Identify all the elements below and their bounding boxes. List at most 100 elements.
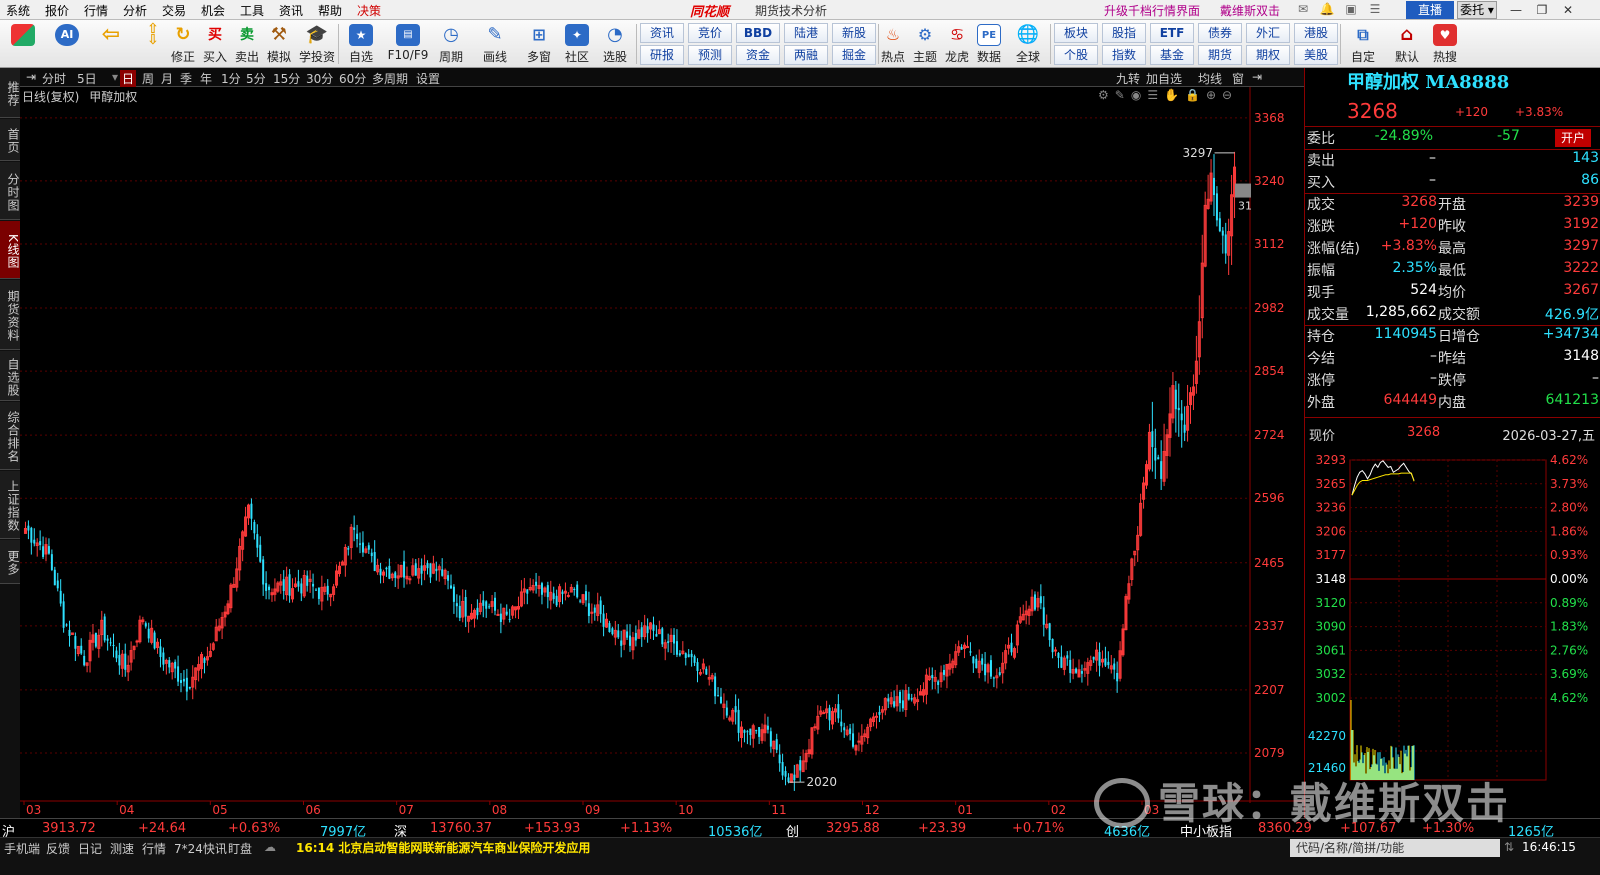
- tab-home[interactable]: 首页: [0, 119, 20, 161]
- futures-button[interactable]: 期货: [1198, 45, 1242, 65]
- search-input[interactable]: 代码/名称/简拼/功能: [1290, 839, 1500, 857]
- options-button[interactable]: 期权: [1246, 45, 1290, 65]
- home-grid-button[interactable]: [4, 22, 42, 66]
- bell-icon[interactable]: 🔔: [1318, 2, 1336, 18]
- open-account-button[interactable]: 开户: [1554, 129, 1591, 147]
- fund-button[interactable]: 基金: [1150, 45, 1194, 65]
- tab-ranking[interactable]: 综合排名: [0, 402, 20, 470]
- menu-news[interactable]: 资讯: [279, 2, 303, 19]
- tab-kline[interactable]: K线图: [0, 221, 20, 279]
- period-settings[interactable]: 设置: [414, 70, 442, 87]
- auction-button[interactable]: 竞价: [688, 23, 732, 43]
- feedback-icon[interactable]: ▣: [1342, 2, 1360, 18]
- collapse-toggle-icon[interactable]: ⇥: [24, 70, 38, 84]
- community-button[interactable]: ✦ 社区: [558, 22, 596, 66]
- window-button[interactable]: 窗: [1232, 70, 1244, 87]
- tab-sh-index[interactable]: 上证指数: [0, 471, 20, 539]
- period-5day[interactable]: 5日: [75, 70, 99, 87]
- live-button[interactable]: 直播: [1406, 1, 1454, 19]
- restore-button[interactable]: ❐: [1530, 1, 1554, 19]
- research-button[interactable]: 研报: [640, 45, 684, 65]
- flash-news-link[interactable]: 7*24快讯: [174, 840, 227, 857]
- default-button[interactable]: ⌂ 默认: [1388, 22, 1426, 66]
- menu-decision[interactable]: 决策: [357, 2, 381, 19]
- menu-opportunity[interactable]: 机会: [201, 2, 225, 19]
- index-futures-button[interactable]: 股指: [1102, 23, 1146, 43]
- period-5min[interactable]: 5分: [244, 70, 268, 87]
- speed-test-link[interactable]: 测速: [110, 840, 134, 857]
- news-tab-button[interactable]: 资讯: [640, 23, 684, 43]
- menu-market[interactable]: 行情: [84, 2, 108, 19]
- sector-button[interactable]: 板块: [1054, 23, 1098, 43]
- market-link[interactable]: 行情: [142, 840, 166, 857]
- forex-button[interactable]: 外汇: [1246, 23, 1290, 43]
- index-button[interactable]: 指数: [1102, 45, 1146, 65]
- hot-button[interactable]: ♨ 热点: [878, 22, 908, 66]
- period-button[interactable]: ◷ 周期: [432, 22, 470, 66]
- menu-quote[interactable]: 报价: [45, 2, 69, 19]
- tab-watchlist[interactable]: 自选股: [0, 351, 20, 401]
- ipo-button[interactable]: 新股: [832, 23, 876, 43]
- tab-futures-info[interactable]: 期货资料: [0, 280, 20, 350]
- period-60min[interactable]: 60分: [337, 70, 368, 87]
- menu-system[interactable]: 系统: [6, 2, 30, 19]
- news-ticker[interactable]: 16:14 北京启动智能网联新能源汽车商业保险开发应用: [296, 839, 590, 856]
- theme-button[interactable]: ⚙ 主题: [910, 22, 940, 66]
- period-month[interactable]: 月: [159, 70, 175, 87]
- period-15min[interactable]: 15分: [271, 70, 302, 87]
- period-day[interactable]: 日: [120, 70, 137, 87]
- menu-tools[interactable]: 工具: [240, 2, 264, 19]
- bbd-button[interactable]: BBD: [736, 23, 780, 43]
- entrust-dropdown[interactable]: 委托 ▾: [1457, 1, 1497, 19]
- margin-button[interactable]: 两融: [784, 45, 828, 65]
- expand-panel-icon[interactable]: ⇥: [1252, 70, 1262, 84]
- f10-button[interactable]: ▤ F10/F9: [386, 22, 430, 66]
- intraday-mini-chart[interactable]: 3293 4.62% 3265 3.73% 3236 2.80% 3206 1.86% 3177…: [1304, 448, 1600, 818]
- mobile-link[interactable]: 手机端: [4, 840, 40, 857]
- mail-icon[interactable]: ✉: [1294, 2, 1312, 18]
- hot-search-button[interactable]: ♥ 热搜: [1426, 22, 1464, 66]
- feedback-link[interactable]: 反馈: [46, 840, 70, 857]
- tab-timeshare[interactable]: 分时图: [0, 162, 20, 220]
- back-button[interactable]: ⇦: [92, 22, 130, 66]
- period-30min[interactable]: 30分: [304, 70, 335, 87]
- draw-line-button[interactable]: ✎ 画线: [476, 22, 514, 66]
- menu-help[interactable]: 帮助: [318, 2, 342, 19]
- chat-icon[interactable]: ☁: [264, 840, 276, 854]
- hk-connect-button[interactable]: 陆港: [784, 23, 828, 43]
- nine-turn-button[interactable]: 九转: [1116, 70, 1140, 87]
- simulate-button[interactable]: ⚒ 模拟: [260, 22, 298, 66]
- tab-recommend[interactable]: 推荐: [0, 68, 20, 118]
- promo-upgrade-link[interactable]: 升级千档行情界面: [1104, 2, 1200, 19]
- capital-button[interactable]: 资金: [736, 45, 780, 65]
- hk-stock-button[interactable]: 港股: [1294, 23, 1338, 43]
- promo-user-link[interactable]: 戴维斯双击: [1220, 2, 1280, 19]
- watchlist-button[interactable]: ★ 自选: [342, 22, 380, 66]
- dig-gold-button[interactable]: 掘金: [832, 45, 876, 65]
- more-menu-icon[interactable]: ☰: [1366, 2, 1384, 18]
- tab-more[interactable]: 更多: [0, 540, 20, 584]
- add-watchlist-button[interactable]: 加自选: [1146, 70, 1182, 87]
- moving-average-button[interactable]: 均线: [1198, 70, 1222, 87]
- period-1min[interactable]: 1分: [219, 70, 243, 87]
- period-multi[interactable]: 多周期: [370, 70, 410, 87]
- customize-button[interactable]: ⧉ 自定: [1344, 22, 1382, 66]
- us-stock-button[interactable]: 美股: [1294, 45, 1338, 65]
- dragon-tiger-button[interactable]: ♋ 龙虎: [942, 22, 972, 66]
- period-year[interactable]: 年: [198, 70, 214, 87]
- forecast-button[interactable]: 预测: [688, 45, 732, 65]
- close-button[interactable]: ✕: [1556, 1, 1580, 19]
- menu-trade[interactable]: 交易: [162, 2, 186, 19]
- global-button[interactable]: 🌐 全球: [1008, 22, 1048, 66]
- diary-link[interactable]: 日记: [78, 840, 102, 857]
- period-week[interactable]: 周: [140, 70, 156, 87]
- watch-link[interactable]: 盯盘: [228, 840, 252, 857]
- data-button[interactable]: PE 数据: [974, 22, 1004, 66]
- single-stock-button[interactable]: 个股: [1054, 45, 1098, 65]
- bond-button[interactable]: 债券: [1198, 23, 1242, 43]
- multi-window-button[interactable]: ⊞ 多窗: [520, 22, 558, 66]
- minimize-button[interactable]: —: [1504, 1, 1528, 19]
- menu-analysis[interactable]: 分析: [123, 2, 147, 19]
- period-quarter[interactable]: 季: [178, 70, 194, 87]
- ai-button[interactable]: AI: [48, 22, 86, 66]
